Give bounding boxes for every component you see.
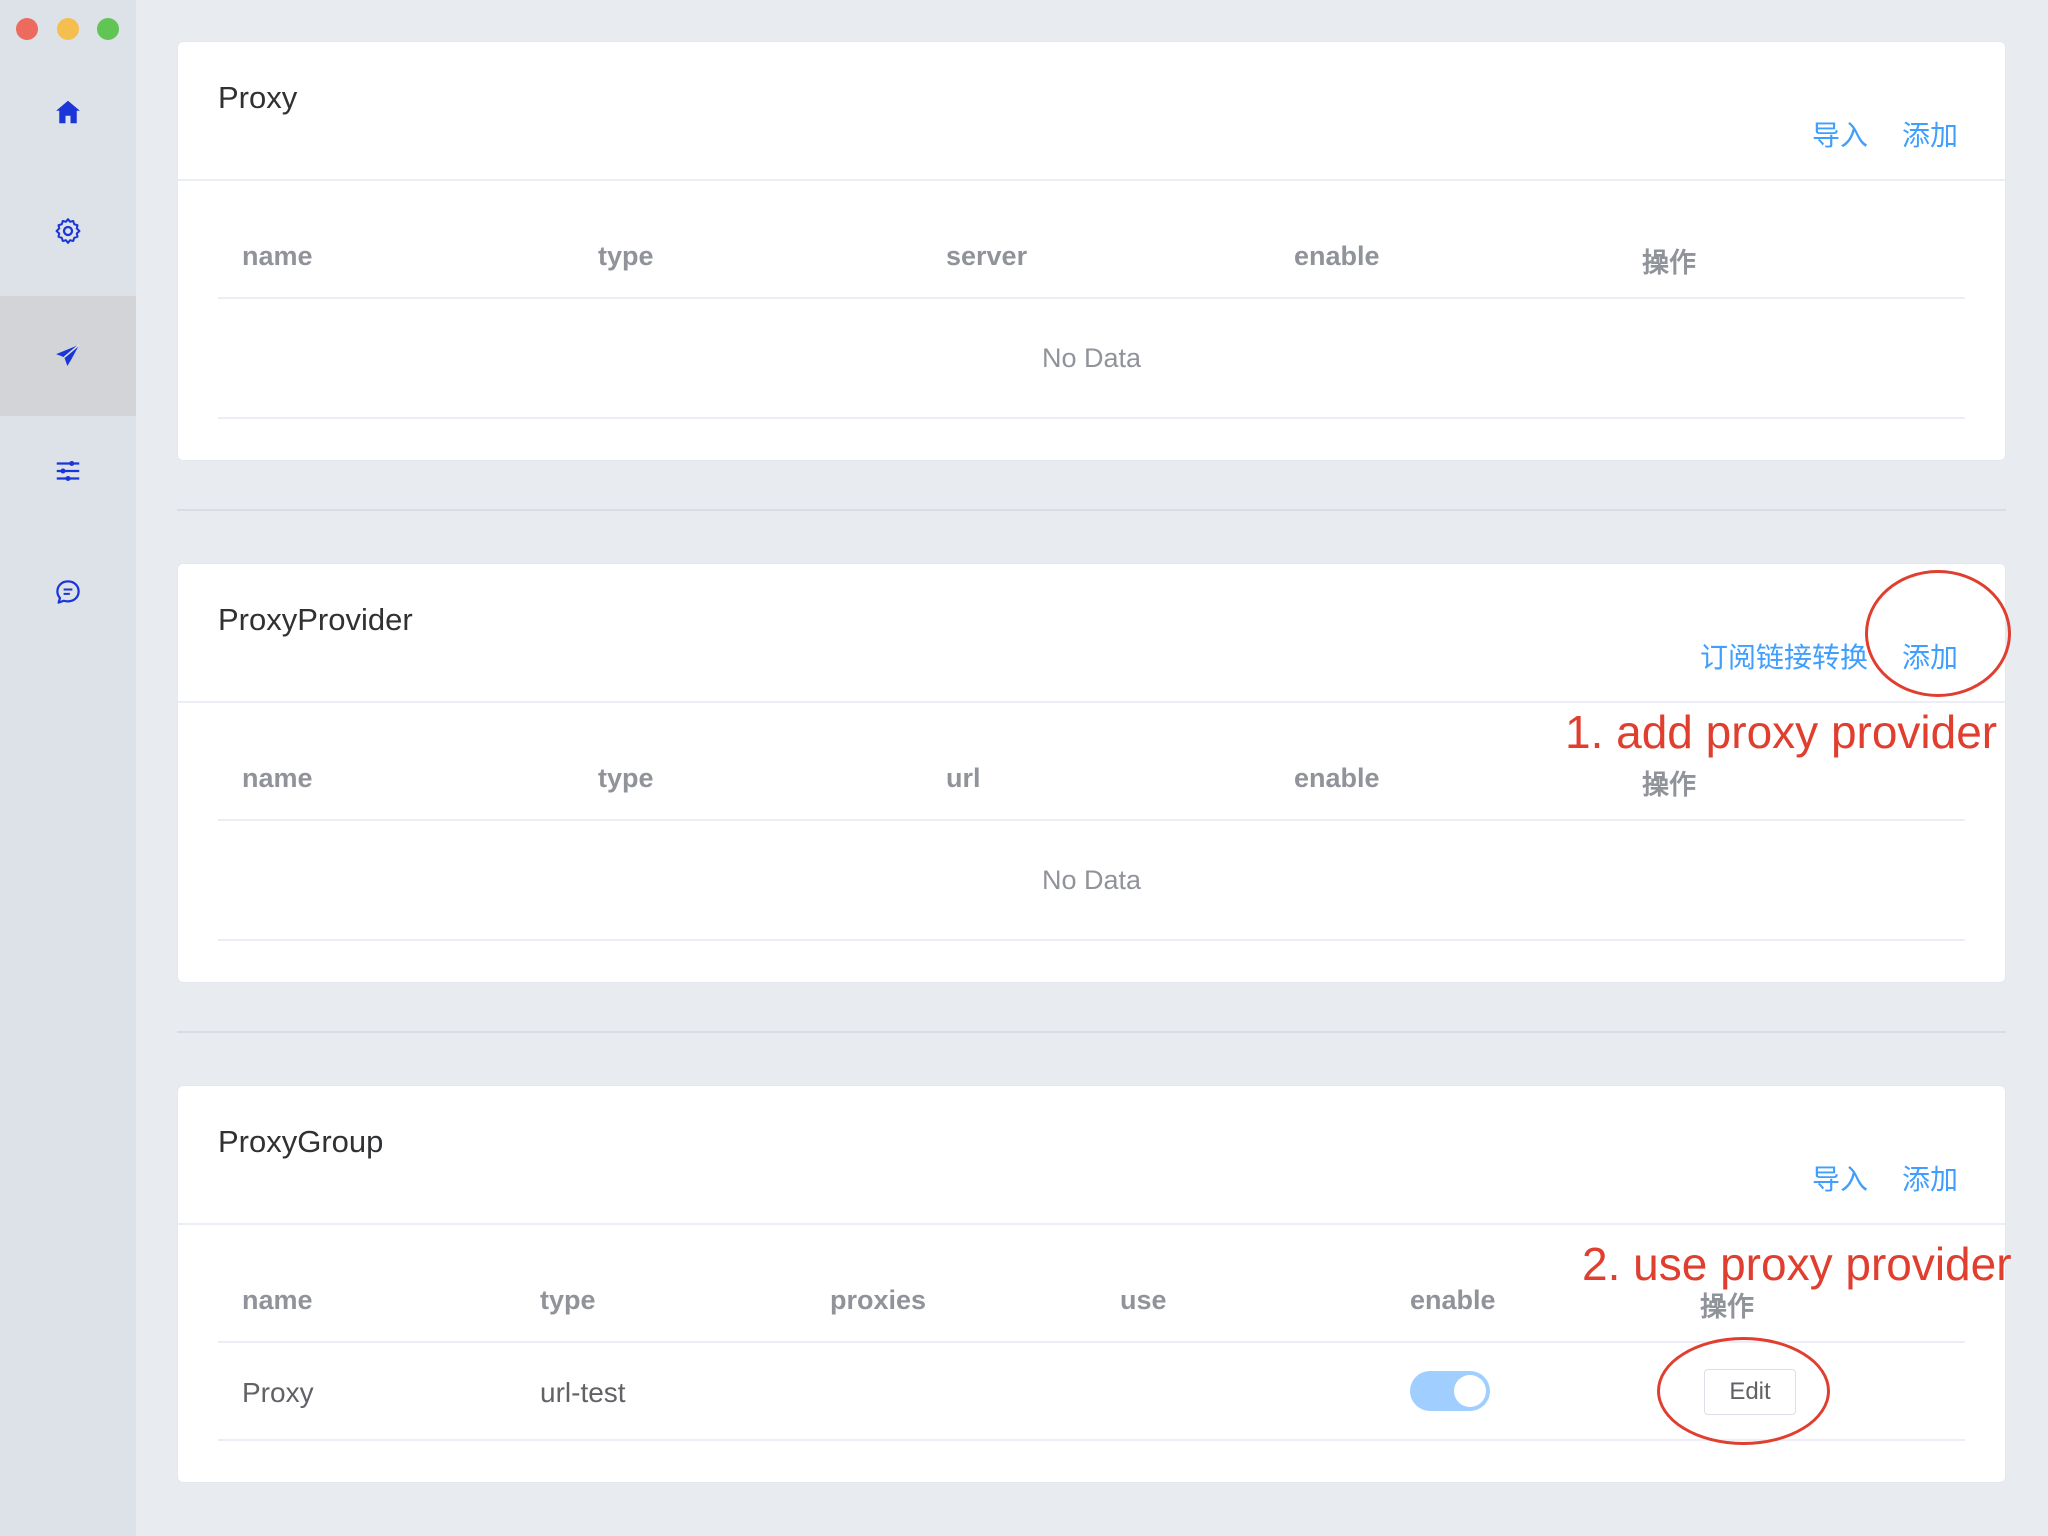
proxy-card-header: Proxy 导入 添加 — [178, 42, 2005, 181]
enable-toggle[interactable] — [1410, 1371, 1490, 1411]
proxy-table-empty: No Data — [218, 299, 1965, 419]
column-header-url: url — [946, 763, 981, 793]
column-header-server: server — [946, 241, 1028, 271]
row-type: url-test — [540, 1377, 626, 1408]
annotation-step1: 1. add proxy provider — [1565, 706, 1998, 758]
window-maximize-button[interactable] — [97, 18, 119, 40]
proxy-card-actions: 导入 添加 — [1812, 114, 1958, 154]
window-close-button[interactable] — [16, 18, 38, 40]
proxy-card-title: Proxy — [218, 80, 298, 115]
sidebar-item-messages[interactable] — [0, 532, 136, 652]
proxy-import-button[interactable]: 导入 — [1812, 114, 1868, 154]
sidebar-item-rules[interactable] — [0, 411, 136, 531]
column-header-use: use — [1120, 1285, 1167, 1315]
gear-icon — [55, 218, 81, 244]
column-header-name: name — [242, 763, 313, 793]
column-header-name: name — [242, 241, 313, 271]
proxy-table-header: name type server enable 操作 — [218, 179, 1965, 299]
empty-text: No Data — [1041, 864, 1142, 895]
column-header-type: type — [540, 1285, 596, 1315]
window-minimize-button[interactable] — [57, 18, 79, 40]
annotation-circle-edit — [1657, 1337, 1830, 1445]
group-import-button[interactable]: 导入 — [1812, 1158, 1868, 1198]
provider-card: ProxyProvider 订阅链接转换 添加 name type url en… — [177, 563, 2006, 983]
column-header-enable: enable — [1294, 763, 1380, 793]
annotation-circle-add — [1865, 570, 2011, 697]
provider-table-empty: No Data — [218, 821, 1965, 941]
empty-text: No Data — [1041, 342, 1142, 373]
sidebar — [0, 0, 136, 1536]
provider-convert-button[interactable]: 订阅链接转换 — [1700, 636, 1868, 676]
section-divider — [177, 509, 2006, 511]
column-header-ops: 操作 — [1642, 248, 1696, 278]
column-header-name: name — [242, 1285, 313, 1315]
sliders-icon — [56, 461, 80, 481]
column-header-type: type — [598, 241, 654, 271]
toggle-knob — [1454, 1375, 1486, 1407]
column-header-proxies: proxies — [830, 1285, 927, 1315]
paper-plane-icon — [56, 344, 80, 366]
home-icon — [56, 100, 80, 124]
group-card-actions: 导入 添加 — [1812, 1158, 1958, 1198]
section-divider — [177, 1031, 2006, 1033]
sidebar-item-home[interactable] — [0, 52, 136, 172]
provider-card-header: ProxyProvider 订阅链接转换 添加 — [178, 564, 2005, 703]
proxy-card: Proxy 导入 添加 name type server enable 操作 N… — [177, 41, 2006, 461]
group-card-header: ProxyGroup 导入 添加 — [178, 1086, 2005, 1225]
column-header-enable: enable — [1410, 1285, 1496, 1315]
proxy-add-button[interactable]: 添加 — [1902, 114, 1958, 154]
chat-icon — [56, 580, 80, 604]
column-header-ops: 操作 — [1642, 770, 1696, 800]
group-add-button[interactable]: 添加 — [1902, 1158, 1958, 1198]
provider-card-title: ProxyProvider — [218, 602, 413, 637]
row-name: Proxy — [242, 1377, 314, 1408]
sidebar-item-proxies[interactable] — [0, 296, 136, 416]
annotation-step2: 2. use proxy provider — [1582, 1238, 2012, 1290]
column-header-type: type — [598, 763, 654, 793]
sidebar-item-settings[interactable] — [0, 171, 136, 291]
proxy-table: name type server enable 操作 No Data — [218, 179, 1965, 419]
column-header-enable: enable — [1294, 241, 1380, 271]
group-card-title: ProxyGroup — [218, 1124, 384, 1159]
